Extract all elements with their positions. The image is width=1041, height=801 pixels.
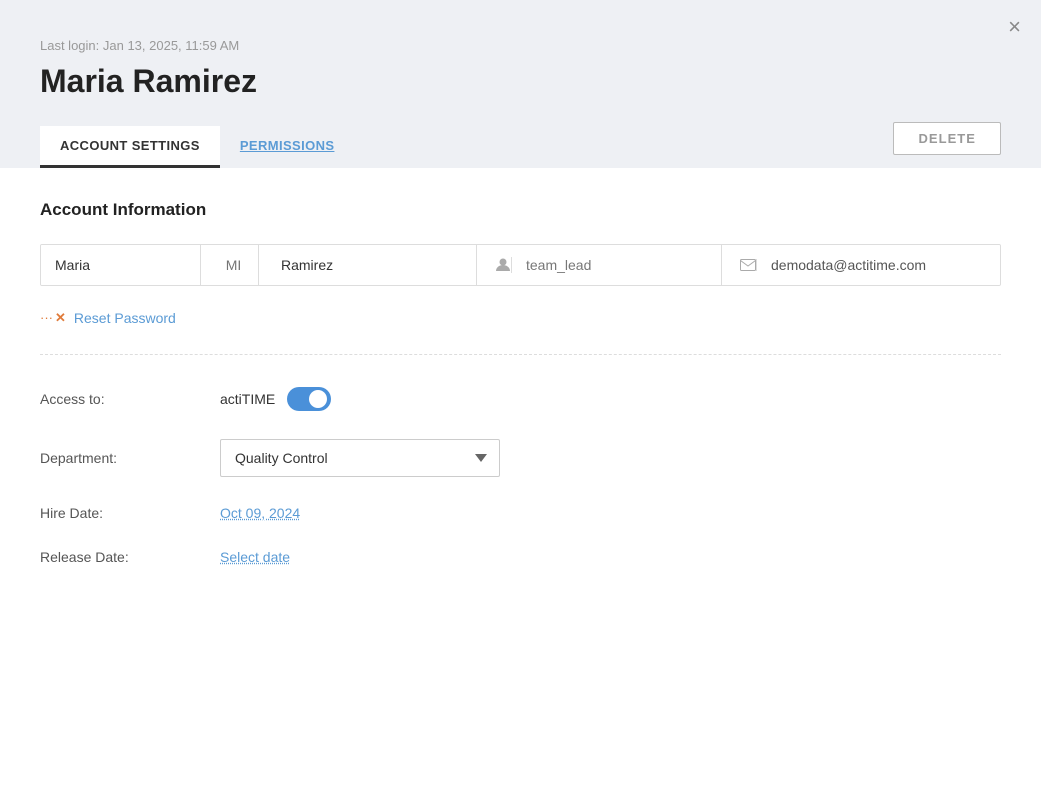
actitime-label: actiTIME [220, 391, 275, 407]
section-title: Account Information [40, 200, 1001, 220]
modal-body: Account Information [0, 168, 1041, 625]
modal-header: × Last login: Jan 13, 2025, 11:59 AM Mar… [0, 0, 1041, 168]
email-input[interactable] [757, 245, 1000, 285]
toggle-slider [287, 387, 331, 411]
hire-date-label: Hire Date: [40, 505, 220, 521]
email-wrapper [730, 245, 1000, 285]
last-name-input[interactable] [267, 245, 477, 285]
last-login-text: Last login: Jan 13, 2025, 11:59 AM [40, 20, 1001, 63]
email-icon [730, 259, 757, 271]
user-icon [485, 257, 512, 273]
user-name-heading: Maria Ramirez [40, 63, 1001, 116]
close-button[interactable]: × [1008, 16, 1021, 38]
tabs-container: ACCOUNT SETTINGS PERMISSIONS [40, 126, 354, 168]
select-date-link[interactable]: Select date [220, 549, 290, 565]
role-wrapper [485, 245, 722, 285]
department-label: Department: [40, 450, 220, 466]
modal: × Last login: Jan 13, 2025, 11:59 AM Mar… [0, 0, 1041, 801]
password-icon: ···✕ [40, 310, 66, 326]
reset-password-link[interactable]: Reset Password [74, 310, 176, 326]
fields-row [40, 244, 1001, 286]
role-input[interactable] [512, 245, 721, 285]
department-select[interactable]: Quality Control Engineering Marketing Sa… [220, 439, 500, 477]
department-row: Department: Quality Control Engineering … [40, 439, 1001, 477]
tab-permissions[interactable]: PERMISSIONS [220, 126, 355, 168]
release-date-label: Release Date: [40, 549, 220, 565]
toggle-wrapper: actiTIME [220, 387, 331, 411]
mi-input[interactable] [209, 245, 259, 285]
tab-account-settings[interactable]: ACCOUNT SETTINGS [40, 126, 220, 168]
access-to-row: Access to: actiTIME [40, 387, 1001, 411]
actitime-toggle[interactable] [287, 387, 331, 411]
reset-password-row: ···✕ Reset Password [40, 310, 1001, 355]
delete-button[interactable]: DELETE [893, 122, 1001, 155]
release-date-row: Release Date: Select date [40, 549, 1001, 565]
tabs-row: ACCOUNT SETTINGS PERMISSIONS DELETE [40, 116, 1001, 168]
first-name-input[interactable] [41, 245, 201, 285]
hire-date-row: Hire Date: Oct 09, 2024 [40, 505, 1001, 521]
access-to-label: Access to: [40, 391, 220, 407]
hire-date-link[interactable]: Oct 09, 2024 [220, 505, 300, 521]
